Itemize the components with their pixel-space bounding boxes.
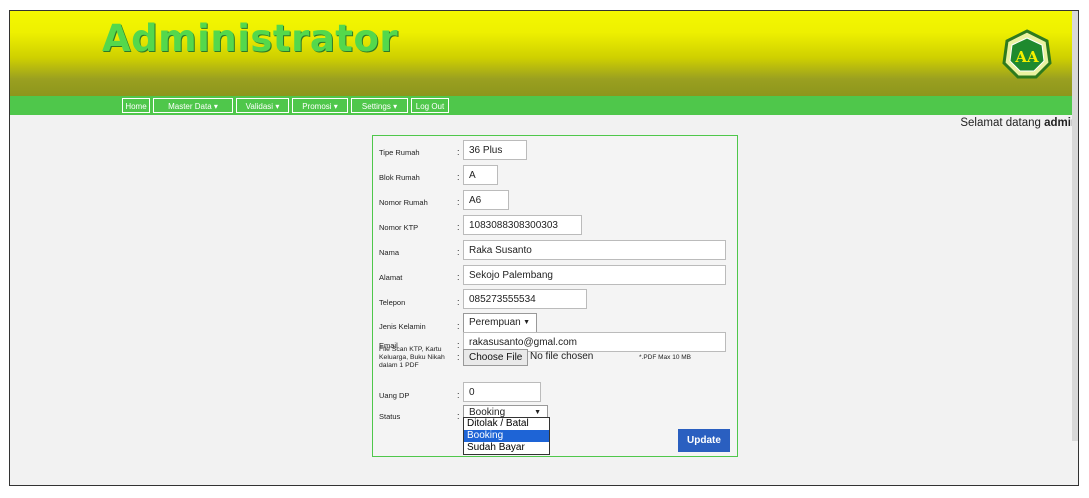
welcome-text: Selamat datang admin xyxy=(960,117,1078,129)
dropdown-arrow-icon: ▼ xyxy=(523,319,530,326)
colon: : xyxy=(457,297,460,307)
nav-validasi[interactable]: Validasi ▾ xyxy=(236,98,289,113)
scrollbar[interactable] xyxy=(1072,11,1078,441)
colon: : xyxy=(457,247,460,257)
label-alamat: Alamat xyxy=(379,273,403,282)
blok-rumah-input[interactable]: A xyxy=(463,165,498,185)
file-note: *.PDF Max 10 MB xyxy=(639,354,692,361)
colon: : xyxy=(457,172,460,182)
nomor-ktp-input[interactable]: 1083088308300303 xyxy=(463,215,582,235)
uang-dp-input[interactable]: 0 xyxy=(463,382,541,402)
label-status: Status xyxy=(379,412,401,421)
label-telepon: Telepon xyxy=(379,298,406,307)
nav-master-data[interactable]: Master Data ▾ xyxy=(153,98,233,113)
update-button[interactable]: Update xyxy=(678,429,730,452)
nav-settings[interactable]: Settings ▾ xyxy=(351,98,408,113)
colon: : xyxy=(457,272,460,282)
alamat-input[interactable]: Sekojo Palembang xyxy=(463,265,726,285)
nav-home[interactable]: Home xyxy=(122,98,150,113)
telepon-input[interactable]: 085273555534 xyxy=(463,289,587,309)
label-jenis-kelamin: Jenis Kelamin xyxy=(379,322,426,331)
chevron-down-icon: ▾ xyxy=(333,102,338,111)
label-tipe-rumah: Tipe Rumah xyxy=(379,148,420,157)
nomor-rumah-input[interactable]: A6 xyxy=(463,190,509,210)
status-dropdown-list: Ditolak / Batal Booking Sudah Bayar xyxy=(463,417,550,455)
label-nomor-rumah: Nomor Rumah xyxy=(379,198,428,207)
booking-form: Tipe Rumah : 36 Plus Blok Rumah : A Nomo… xyxy=(372,135,738,457)
header-banner: Administrator AA xyxy=(10,11,1078,96)
label-blok-rumah: Blok Rumah xyxy=(379,173,420,182)
tipe-rumah-input[interactable]: 36 Plus xyxy=(463,140,527,160)
chevron-down-icon: ▾ xyxy=(275,102,280,111)
colon: : xyxy=(457,321,460,331)
label-uang-dp: Uang DP xyxy=(379,391,410,400)
file-status-text: No file chosen xyxy=(530,351,594,362)
colon: : xyxy=(457,411,460,421)
label-file-scan: File Scan KTP, Kartu Keluarga, Buku Nika… xyxy=(379,346,445,369)
colon: : xyxy=(457,197,460,207)
status-option-sudah-bayar[interactable]: Sudah Bayar xyxy=(464,442,549,454)
colon: : xyxy=(457,352,460,362)
main-nav: Home Master Data ▾ Validasi ▾ Promosi ▾ … xyxy=(10,96,1078,115)
label-nama: Nama xyxy=(379,248,400,257)
page-title: Administrator xyxy=(102,17,399,60)
status-option-booking[interactable]: Booking xyxy=(464,430,549,442)
colon: : xyxy=(457,222,460,232)
colon: : xyxy=(457,147,460,157)
chevron-down-icon: ▾ xyxy=(213,102,218,111)
label-nomor-ktp: Nomor KTP xyxy=(379,223,419,232)
nav-promosi[interactable]: Promosi ▾ xyxy=(292,98,348,113)
logo-text: AA xyxy=(1014,48,1039,66)
colon: : xyxy=(457,340,460,350)
jenis-kelamin-select[interactable]: Perempuan ▼ xyxy=(463,313,537,333)
logo-icon: AA xyxy=(1002,29,1052,79)
colon: : xyxy=(457,390,460,400)
choose-file-button[interactable]: Choose File xyxy=(463,349,529,366)
browser-frame: Administrator AA Home Master Data ▾ Vali… xyxy=(9,10,1079,486)
nama-input[interactable]: Raka Susanto xyxy=(463,240,726,260)
chevron-down-icon: ▾ xyxy=(393,102,398,111)
status-option-ditolak[interactable]: Ditolak / Batal xyxy=(464,418,549,430)
nav-logout[interactable]: Log Out xyxy=(411,98,449,113)
